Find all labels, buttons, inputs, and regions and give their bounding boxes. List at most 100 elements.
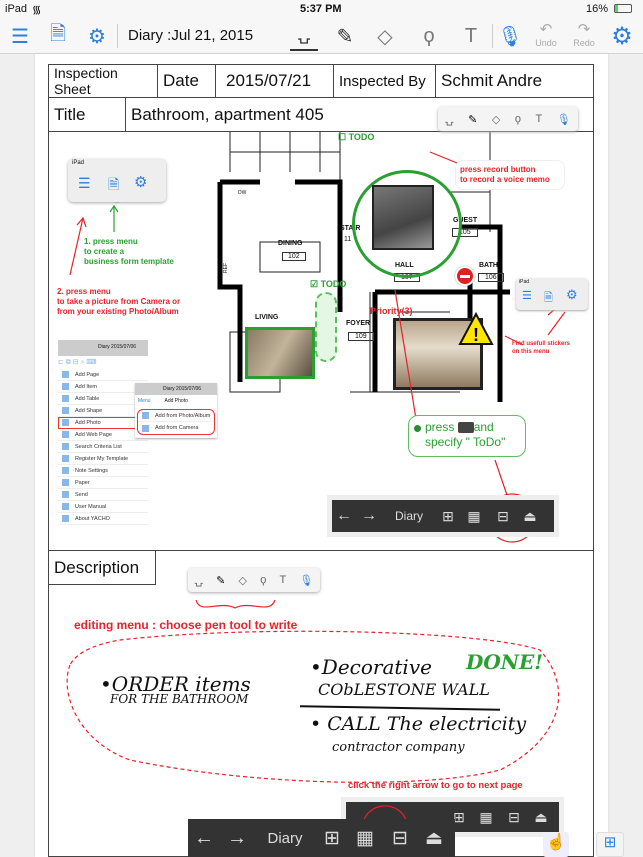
calendar-icon: ▦ — [467, 507, 481, 524]
pen-icon: ✎ — [216, 574, 226, 587]
microphone-icon: 🎙 — [556, 113, 571, 126]
menu-item-icon — [62, 491, 69, 498]
text-button[interactable]: T — [458, 21, 484, 51]
priority-label: Priority(3) — [370, 306, 413, 316]
menu-item-label: User Manual — [75, 503, 107, 510]
todo-marker[interactable]: ☑ TODO — [310, 279, 346, 290]
menu-header: Diary 2015/07/06 — [58, 340, 148, 356]
mini-toolbar-screenshot: iPad ☰ 🗎 ⚙ — [516, 278, 588, 310]
annotation-todo: press and specify " ToDo" — [408, 415, 526, 457]
tags-button[interactable]: ⊟ — [382, 827, 418, 850]
date-field[interactable]: 2015/07/21 — [216, 65, 334, 98]
photo-hall[interactable] — [372, 185, 434, 250]
hamburger-icon: ☰ — [11, 25, 29, 48]
annotation-step2: 2. press menu to take a picture from Cam… — [57, 287, 181, 316]
calendar-icon: ▦ — [479, 808, 493, 825]
hand-pointer-icon: ☝ — [546, 834, 566, 851]
bottom-navigation-bar: ← → Diary ⊞ ▦ ⊟ ⏏ — [188, 819, 455, 857]
description-label: Description — [49, 551, 156, 585]
redo-label: Redo — [573, 38, 595, 48]
voice-record-button[interactable]: 🎙 — [497, 21, 523, 51]
previous-page-button[interactable]: ← — [188, 827, 220, 850]
todo-marker[interactable]: ☐ TODO — [338, 132, 374, 143]
touch-mode-button[interactable]: ☝ — [543, 832, 569, 857]
palm-rest-icon: ⍽ — [297, 27, 311, 44]
calendar-button[interactable]: ▦ — [348, 827, 382, 850]
room-foyer: FOYER — [346, 320, 371, 327]
microphone-icon: 🎙 — [299, 574, 314, 587]
add-photo-submenu: Diary 2015/07/06 Menu Add Photo Add from … — [135, 383, 217, 438]
next-page-button[interactable]: → — [220, 827, 254, 850]
menu-item-label: Send — [75, 491, 88, 498]
text-icon: T — [279, 574, 287, 586]
menu-button[interactable]: ☰ — [8, 21, 32, 51]
notebook-label[interactable]: Diary — [254, 830, 316, 847]
eraser-icon: ◇ — [491, 113, 501, 126]
tags-icon: ⊟ — [497, 507, 509, 524]
menu-item[interactable]: Note Settings — [58, 465, 148, 477]
menu-item[interactable]: User Manual — [58, 501, 148, 513]
divider — [492, 24, 493, 48]
stickers-button[interactable]: ⚙ — [84, 21, 110, 51]
bar-label: Diary — [394, 509, 423, 523]
bottom-bar-screenshot: ← → Diary ⊞ ▦ ⊟ ⏏ — [327, 495, 559, 537]
room-number: 106 — [478, 273, 504, 282]
undo-button[interactable]: ↶ Undo — [532, 20, 560, 48]
date-label: Date — [158, 65, 216, 98]
eject-button[interactable]: ⏏ — [418, 827, 450, 850]
annotation-editing: editing menu : choose pen tool to write — [74, 618, 298, 632]
menu-item-label: Search Criteria List — [75, 443, 122, 450]
annotation-next-page: click the right arrow to go to next page — [348, 780, 523, 791]
menu-item[interactable]: Search Criteria List — [58, 441, 148, 453]
settings-button[interactable]: ⚙ — [608, 21, 636, 51]
submenu-back[interactable]: Menu — [138, 398, 151, 404]
lasso-icon: ϙ — [423, 24, 435, 47]
redo-icon: ↷ — [577, 21, 591, 38]
eraser-button[interactable]: ◇ — [372, 21, 398, 51]
status-bar: iPad ᯾ 5:37 PM 16% — [0, 0, 643, 18]
menu-item[interactable]: Paper — [58, 477, 148, 489]
menu-item-icon — [62, 467, 69, 474]
menu-item[interactable]: Register My Template — [58, 453, 148, 465]
pen-button[interactable]: ✎ — [332, 21, 358, 51]
handwriting-mode-button[interactable]: ⍽ — [290, 21, 318, 51]
add-page-button[interactable]: ⊞ — [316, 827, 348, 850]
annotation-circle — [363, 805, 407, 820]
new-template-button[interactable]: 🗎 — [46, 21, 70, 51]
handwritten-note: FOR THE BATHROOM — [110, 692, 249, 706]
eraser-icon: ◇ — [377, 25, 393, 48]
gear-icon: ⚙ — [611, 22, 633, 50]
redo-button[interactable]: ↷ Redo — [570, 20, 598, 48]
menu-item[interactable]: Add Page — [58, 369, 148, 381]
inspected-by-field[interactable]: Schmit Andre — [436, 65, 593, 98]
gear-check-icon: ⚙ — [134, 174, 148, 191]
warning-sticker[interactable]: ! — [458, 312, 494, 346]
svg-text:!: ! — [473, 325, 479, 345]
room-living: LIVING — [255, 314, 279, 321]
zoom-button[interactable]: ⊞ — [596, 832, 624, 857]
divider — [117, 24, 118, 48]
photo-living[interactable] — [245, 327, 315, 379]
menu-item-add-from-album[interactable]: Add from Photo/Album — [138, 410, 214, 422]
menu-item[interactable]: Send — [58, 489, 148, 501]
menu-item[interactable]: About YACHO — [58, 513, 148, 525]
lasso-button[interactable]: ϙ — [416, 21, 442, 51]
todo-press-text: press — [425, 420, 455, 434]
device-label: iPad — [72, 160, 85, 166]
arrow-left-icon: ← — [336, 507, 352, 524]
handwritten-note: CObLESTONE WALL — [318, 680, 490, 699]
annotation-step1: 1. press menu to create a business form … — [84, 237, 174, 266]
lasso-icon: ϙ — [260, 574, 267, 586]
inspected-by-label: Inspected By — [334, 65, 436, 98]
todo-specify-text: specify " ToDo" — [425, 435, 506, 449]
palm-rest-icon: ⍽ — [445, 113, 454, 126]
handwritten-done: DONE! — [466, 650, 544, 674]
hamburger-icon: ☰ — [522, 290, 532, 302]
do-not-enter-sticker[interactable] — [455, 266, 475, 286]
microphone-icon: 🎙 — [497, 25, 523, 48]
menu-item-label: Note Settings — [75, 467, 109, 474]
eject-icon: ⏏ — [523, 507, 537, 524]
menu-item-icon — [62, 479, 69, 486]
room-ref: REF — [223, 263, 229, 273]
menu-item-add-from-camera[interactable]: Add from Camera — [138, 422, 214, 434]
